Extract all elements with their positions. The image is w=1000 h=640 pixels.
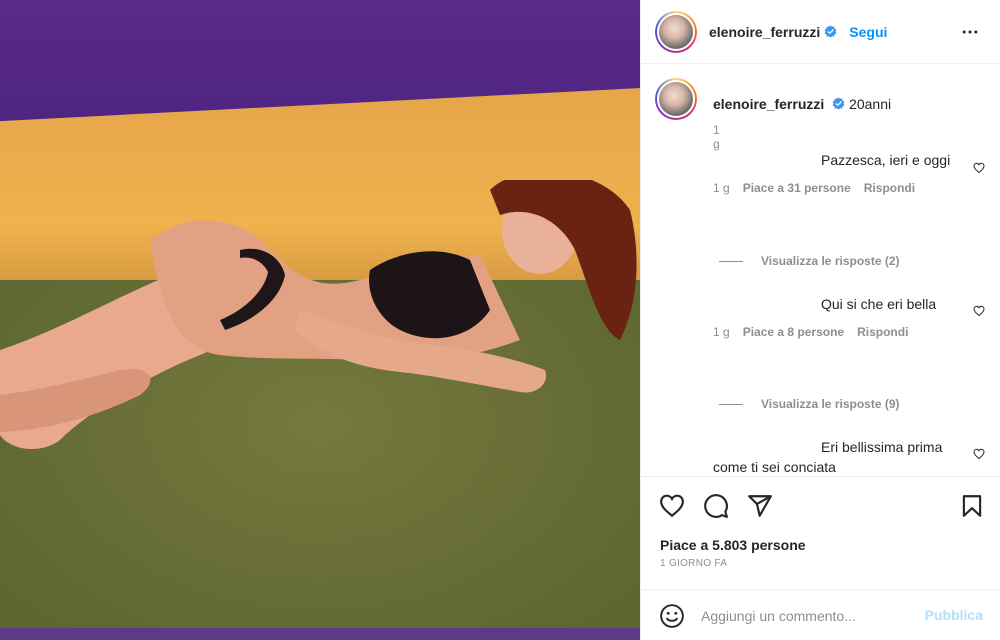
reply-button[interactable]: Rispondi [857, 322, 908, 342]
comment-item: Eri bellissima prima come ti sei conciat… [713, 437, 963, 476]
replies-dash [719, 260, 743, 262]
add-comment-bar: Pubblica [641, 589, 1000, 640]
comment-like-heart-icon[interactable] [973, 162, 985, 174]
follow-button[interactable]: Segui [849, 24, 887, 40]
emoji-icon[interactable] [659, 603, 685, 629]
view-replies-button[interactable]: Visualizza le risposte (9) [719, 397, 900, 411]
photo-subject [0, 180, 637, 450]
comment-icon[interactable] [703, 493, 729, 519]
comment-like-heart-icon[interactable] [973, 305, 985, 317]
view-replies-label: Visualizza le risposte (2) [761, 254, 900, 268]
more-horizontal-icon[interactable] [959, 22, 981, 42]
post-header: elenoire_ferruzzi Segui [641, 0, 1000, 64]
comment-text: Qui si che eri bella [821, 296, 937, 312]
comment-likes[interactable]: Piace a 8 persone [743, 322, 844, 342]
comment-item: Qui si che eri bella 1 g Piace a 8 perso… [713, 294, 963, 342]
view-replies-label: Visualizza le risposte (9) [761, 397, 900, 411]
comment-time: 1 g [713, 181, 730, 195]
caption-time: 1 g [713, 123, 720, 151]
author-avatar[interactable] [655, 10, 697, 53]
comments-list[interactable]: elenoire_ferruzzi 20anni 1 g Pazzesca, i… [641, 64, 1000, 476]
caption-line: elenoire_ferruzzi 20anni [713, 96, 891, 112]
verified-badge-icon [832, 97, 845, 110]
comment-meta: 1 g Piace a 8 persone Rispondi [713, 322, 963, 342]
comment-input[interactable] [701, 604, 911, 628]
replies-dash [719, 403, 743, 405]
comment-likes[interactable]: Piace a 31 persone [743, 178, 851, 198]
comment-like-heart-icon[interactable] [973, 448, 985, 460]
likes-count[interactable]: Piace a 5.803 persone [660, 537, 806, 553]
post-sidebar: elenoire_ferruzzi Segui elenoire_ferruzz… [640, 0, 1000, 640]
caption-username[interactable]: elenoire_ferruzzi [713, 96, 824, 112]
photo-bottom-strip [0, 628, 640, 640]
caption-text: 20anni [849, 96, 892, 112]
comment-text: Pazzesca, ieri e oggi [821, 152, 951, 168]
post-photo[interactable] [0, 0, 640, 640]
post-actions: Piace a 5.803 persone 1 GIORNO FA Pubbli… [641, 476, 1000, 640]
comment-item: Pazzesca, ieri e oggi 1 g Piace a 31 per… [713, 150, 963, 198]
send-icon[interactable] [747, 493, 773, 519]
comment-text: Eri bellissima prima come ti sei conciat… [713, 439, 943, 475]
author-username[interactable]: elenoire_ferruzzi [709, 24, 820, 40]
post-date: 1 GIORNO FA [660, 558, 728, 569]
bookmark-icon[interactable] [959, 493, 985, 519]
verified-badge-icon [824, 25, 837, 38]
publish-button[interactable]: Pubblica [925, 607, 983, 623]
comment-time: 1 g [713, 325, 730, 339]
caption-avatar[interactable] [655, 78, 697, 120]
reply-button[interactable]: Rispondi [864, 178, 915, 198]
view-replies-button[interactable]: Visualizza le risposte (2) [719, 254, 900, 268]
heart-icon[interactable] [659, 493, 685, 519]
comment-meta: 1 g Piace a 31 persone Rispondi [713, 178, 963, 198]
